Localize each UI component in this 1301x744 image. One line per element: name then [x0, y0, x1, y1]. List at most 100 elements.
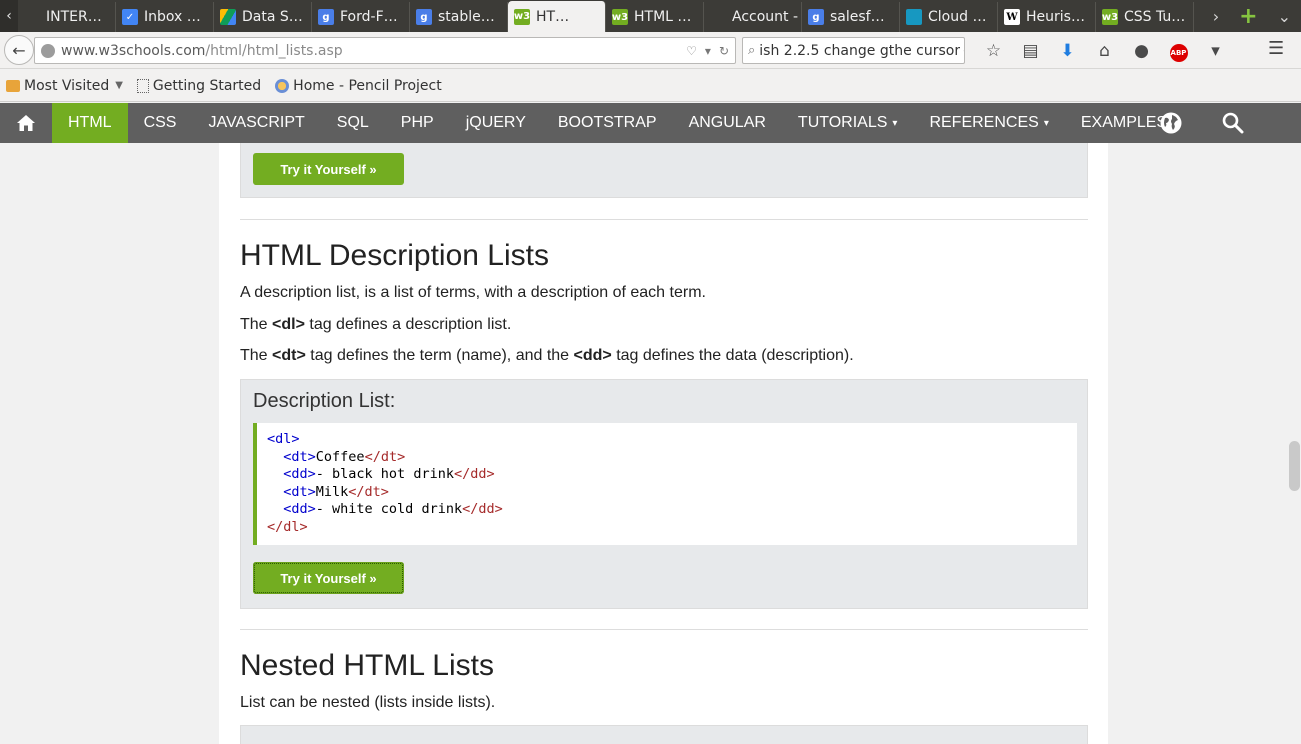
- browser-tab[interactable]: INTER…: [18, 2, 116, 32]
- tab-label: salesf…: [830, 9, 885, 25]
- nav-item-bootstrap[interactable]: BOOTSTRAP: [542, 103, 673, 143]
- paragraph-nested-lists-intro: List can be nested (lists inside lists).: [240, 694, 496, 711]
- nav-item-sql[interactable]: SQL: [321, 103, 385, 143]
- nav-item-html[interactable]: HTML: [52, 103, 128, 143]
- nav-item-label: JAVASCRIPT: [208, 114, 305, 131]
- google-icon: g: [318, 9, 334, 25]
- bookmark-label: Most Visited: [24, 77, 110, 94]
- browser-tab-active[interactable]: w3 HT…: [508, 1, 606, 32]
- code-tag: </dl>: [267, 518, 308, 535]
- home-icon[interactable]: ⌂: [1086, 41, 1123, 61]
- site-top-nav: HTML CSS JAVASCRIPT SQL PHP jQUERY BOOTS…: [0, 103, 1301, 143]
- history-dropdown-icon[interactable]: ▾: [705, 44, 711, 58]
- blank-page-icon: [710, 9, 726, 25]
- site-identity-icon[interactable]: [41, 43, 55, 58]
- address-bar[interactable]: www.w3schools.com/html/html_lists.asp ♡ …: [34, 37, 736, 64]
- browser-tab[interactable]: Data S…: [214, 2, 312, 32]
- back-arrow-icon: ←: [12, 40, 26, 60]
- bookmark-star-icon[interactable]: ☆: [975, 41, 1012, 61]
- nav-home-button[interactable]: [0, 103, 52, 143]
- nav-item-label: SQL: [336, 114, 369, 131]
- pocket-save-icon[interactable]: ▾: [1197, 41, 1234, 61]
- page-scrollbar[interactable]: [1288, 143, 1301, 744]
- back-button[interactable]: ←: [4, 35, 34, 65]
- paragraph-dt-dd-tags: The <dt> tag defines the term (name), an…: [240, 347, 854, 365]
- chat-icon[interactable]: ●: [1123, 41, 1160, 61]
- nav-item-label: REFERENCES: [929, 114, 1039, 131]
- tab-overflow-area: › + ⌄: [1203, 0, 1301, 32]
- try-it-yourself-button[interactable]: Try it Yourself »: [253, 153, 404, 185]
- nav-item-tutorials[interactable]: TUTORIALS ▾: [782, 103, 914, 143]
- section-divider: [240, 629, 1088, 630]
- nav-item-css[interactable]: CSS: [128, 103, 193, 143]
- nav-item-label: PHP: [400, 114, 434, 131]
- downloads-icon[interactable]: ⬇: [1049, 41, 1086, 61]
- search-input[interactable]: ish 2.2.5 change gthe cursor: [759, 43, 960, 59]
- browser-tab[interactable]: g Ford-F…: [312, 2, 410, 32]
- tab-label: Cloud …: [928, 9, 987, 25]
- reload-icon[interactable]: ↻: [719, 44, 729, 58]
- globe-icon[interactable]: [1159, 111, 1183, 135]
- code-line: <dt>Milk</dt>: [267, 484, 1067, 502]
- url-path: /html/html_lists.asp: [205, 42, 343, 59]
- tab-scroll-left-button[interactable]: ‹: [0, 0, 18, 32]
- scrollbar-thumb[interactable]: [1289, 441, 1300, 491]
- browser-tab[interactable]: w3 CSS Tu…: [1096, 2, 1194, 32]
- tab-list-chevron-down-icon[interactable]: ⌄: [1268, 7, 1301, 26]
- w3schools-icon: w3: [1102, 9, 1118, 25]
- nav-item-php[interactable]: PHP: [385, 103, 450, 143]
- nav-item-label: jQUERY: [465, 114, 526, 131]
- tag-name: <dd>: [573, 347, 612, 364]
- new-tab-icon[interactable]: +: [1229, 4, 1267, 29]
- browser-tab[interactable]: g salesf…: [802, 2, 900, 32]
- nav-item-javascript[interactable]: JAVASCRIPT: [192, 103, 320, 143]
- search-go-arrow-icon[interactable]: →: [960, 42, 964, 59]
- folder-icon: [6, 79, 20, 92]
- tab-scroll-right-icon[interactable]: ›: [1203, 7, 1229, 26]
- google-drive-icon: [220, 9, 236, 25]
- code-text: Milk: [315, 483, 349, 500]
- tag-name: <dt>: [272, 347, 306, 364]
- code-line: <dl>: [267, 431, 1067, 449]
- bookmark-label: Home - Pencil Project: [293, 77, 442, 94]
- example-title: Description List:: [253, 390, 396, 412]
- bookmark-most-visited[interactable]: Most Visited ▼: [6, 78, 123, 94]
- browser-tab[interactable]: Cloud …: [900, 2, 998, 32]
- pocket-icon[interactable]: ♡: [686, 44, 697, 58]
- browser-tab[interactable]: Account - …: [704, 2, 802, 32]
- nav-item-references[interactable]: REFERENCES ▾: [913, 103, 1064, 143]
- search-bar[interactable]: ⌕ ish 2.2.5 change gthe cursor →: [742, 37, 965, 64]
- bookmark-pencil-project[interactable]: Home - Pencil Project: [275, 78, 442, 94]
- nav-item-angular[interactable]: ANGULAR: [673, 103, 782, 143]
- code-tag: <dl>: [267, 431, 300, 447]
- browser-tab[interactable]: w3 HTML …: [606, 2, 704, 32]
- code-line: <dd>- white cold drink</dd>: [267, 501, 1067, 519]
- page-icon: [136, 78, 149, 93]
- search-icon: ⌕: [748, 43, 756, 58]
- code-tag: <dt>: [283, 483, 316, 500]
- browser-tab[interactable]: g stable…: [410, 2, 508, 32]
- salesforce-cloud-icon: [906, 9, 922, 25]
- w3schools-icon: w3: [612, 9, 628, 25]
- hamburger-menu-icon[interactable]: ☰: [1268, 38, 1284, 59]
- try-it-yourself-button[interactable]: Try it Yourself »: [253, 562, 404, 594]
- tab-label: INTER…: [46, 9, 102, 25]
- search-icon[interactable]: [1221, 111, 1245, 135]
- reading-list-icon[interactable]: ▤: [1012, 41, 1049, 61]
- nav-item-label: HTML: [68, 114, 112, 131]
- tab-label: Ford-F…: [340, 9, 398, 25]
- wikipedia-icon: W: [1004, 9, 1020, 25]
- tab-label: Account - …: [732, 9, 801, 25]
- nav-item-jquery[interactable]: jQUERY: [450, 103, 542, 143]
- text: The: [240, 347, 273, 364]
- code-example: <dl> <dt>Coffee</dt> <dd>- black hot dri…: [253, 423, 1077, 545]
- main-content: Try it Yourself » HTML Description Lists…: [219, 143, 1108, 744]
- w3schools-icon: w3: [514, 8, 530, 25]
- code-text: Coffee: [315, 448, 365, 465]
- browser-tab[interactable]: W Heuris…: [998, 2, 1096, 32]
- bookmark-getting-started[interactable]: Getting Started: [136, 78, 261, 94]
- browser-tab[interactable]: ✓ Inbox …: [116, 2, 214, 32]
- code-line: <dt>Coffee</dt>: [267, 449, 1067, 467]
- google-icon: g: [808, 9, 824, 25]
- adblock-plus-icon[interactable]: ABP: [1160, 40, 1197, 62]
